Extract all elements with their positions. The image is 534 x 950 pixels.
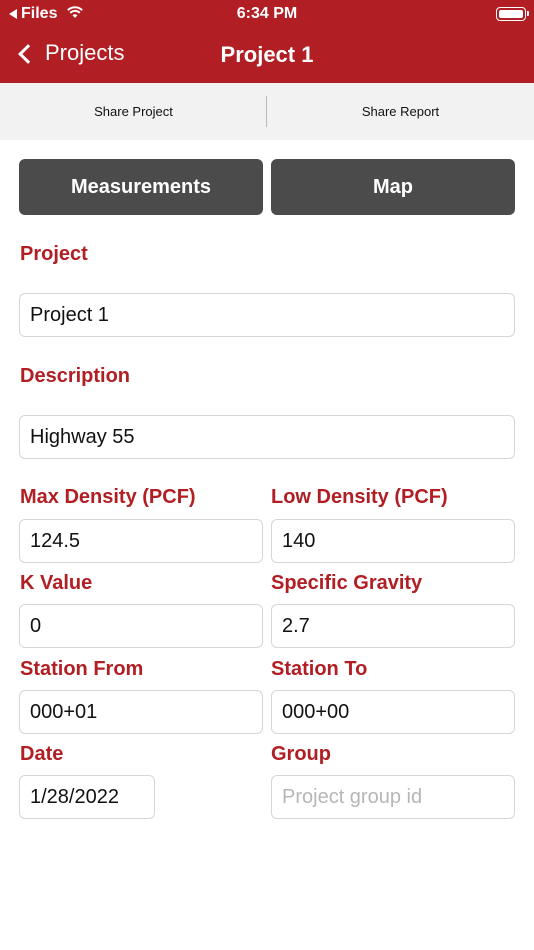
group-field[interactable]: Project group id bbox=[271, 775, 515, 819]
status-bar: Files 6:34 PM bbox=[0, 0, 534, 28]
station-to-field[interactable]: 000+00 bbox=[271, 690, 515, 734]
chevron-left-icon bbox=[18, 43, 38, 64]
header: Files 6:34 PM Projects Project 1 bbox=[0, 0, 534, 83]
back-button-label: Projects bbox=[45, 40, 125, 65]
low-density-field[interactable]: 140 bbox=[271, 519, 515, 563]
specific-gravity-value: 2.7 bbox=[282, 614, 310, 637]
project-name-field[interactable]: Project 1 bbox=[19, 293, 515, 337]
station-to-value: 000+00 bbox=[282, 700, 350, 723]
specific-gravity-label: Specific Gravity bbox=[271, 572, 423, 594]
project-label: Project bbox=[20, 243, 88, 265]
share-project-button[interactable]: Share Project bbox=[0, 83, 267, 140]
k-value-label: K Value bbox=[20, 572, 93, 594]
project-name-value: Project 1 bbox=[30, 303, 109, 326]
map-button[interactable]: Map bbox=[271, 159, 515, 215]
battery-icon bbox=[496, 7, 529, 21]
low-density-label: Low Density (PCF) bbox=[271, 486, 448, 508]
description-value: Highway 55 bbox=[30, 425, 135, 448]
share-report-button[interactable]: Share Report bbox=[267, 83, 534, 140]
station-from-value: 000+01 bbox=[30, 700, 98, 723]
max-density-field[interactable]: 124.5 bbox=[19, 519, 263, 563]
description-label: Description bbox=[20, 365, 131, 387]
date-value: 1/28/2022 bbox=[30, 785, 119, 808]
measurements-button[interactable]: Measurements bbox=[19, 159, 263, 215]
specific-gravity-field[interactable]: 2.7 bbox=[271, 604, 515, 648]
station-to-label: Station To bbox=[271, 658, 368, 680]
group-label: Group bbox=[271, 743, 331, 765]
low-density-value: 140 bbox=[282, 529, 316, 552]
date-label: Date bbox=[20, 743, 64, 765]
status-time: 6:34 PM bbox=[236, 5, 298, 22]
k-value-value: 0 bbox=[30, 614, 42, 637]
max-density-value: 124.5 bbox=[30, 529, 81, 552]
group-placeholder: Project group id bbox=[282, 785, 423, 808]
navigation-bar: Projects Project 1 bbox=[0, 28, 534, 83]
k-value-field[interactable]: 0 bbox=[19, 604, 263, 648]
share-toolbar: Share Project Share Report bbox=[0, 83, 534, 140]
max-density-label: Max Density (PCF) bbox=[20, 486, 196, 508]
description-field[interactable]: Highway 55 bbox=[19, 415, 515, 459]
date-field[interactable]: 1/28/2022 bbox=[19, 775, 155, 819]
station-from-label: Station From bbox=[20, 658, 144, 680]
station-from-field[interactable]: 000+01 bbox=[19, 690, 263, 734]
back-button[interactable]: Projects bbox=[16, 40, 124, 66]
